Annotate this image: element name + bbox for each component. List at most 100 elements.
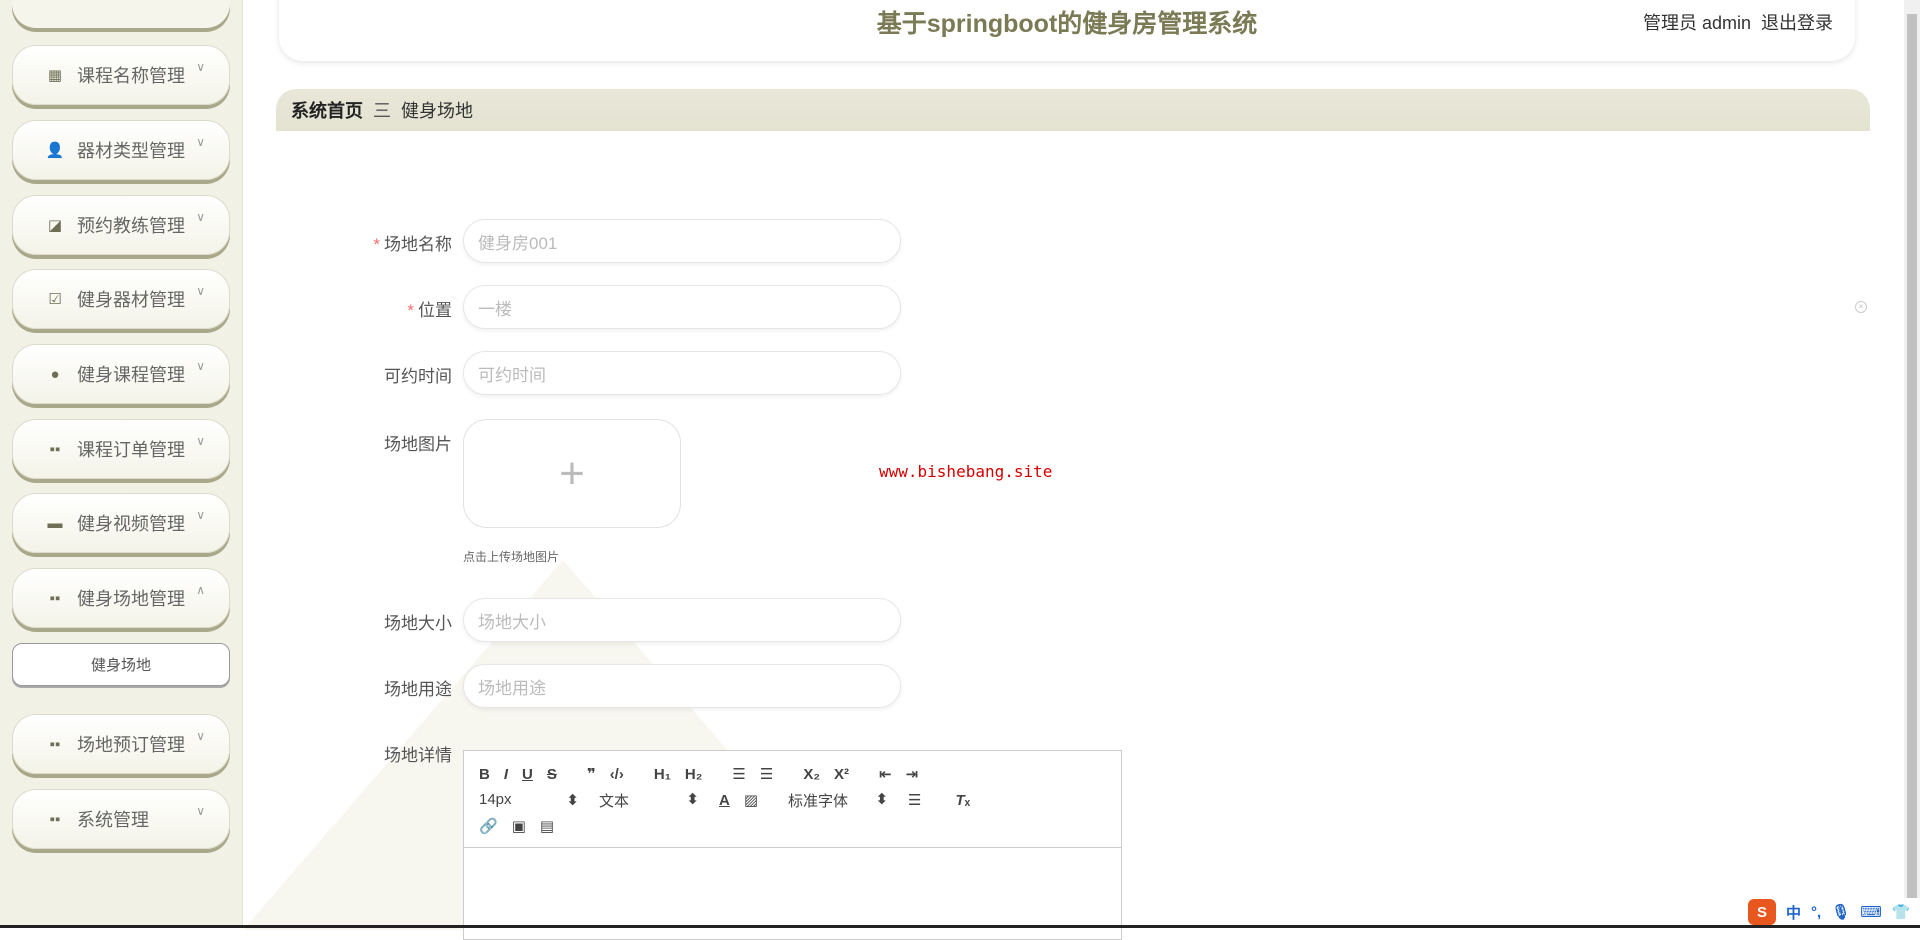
- venue-name-input[interactable]: 健身房001: [463, 219, 901, 263]
- watermark: www.bishebang.site: [879, 462, 1053, 481]
- chevron-down-icon: ∨: [196, 804, 205, 818]
- h2-icon[interactable]: H₂: [685, 766, 703, 783]
- clear-icon[interactable]: ×: [1855, 301, 1867, 313]
- header: 基于springboot的健身房管理系统 管理员 admin 退出登录: [279, 0, 1855, 61]
- image-label: 场地图片: [384, 435, 452, 454]
- strike-icon[interactable]: S: [547, 766, 557, 783]
- text-color-icon[interactable]: A: [719, 792, 730, 809]
- breadcrumb-separator: 三: [373, 101, 391, 121]
- user-icon: 👤: [45, 142, 65, 159]
- breadcrumb-home[interactable]: 系统首页: [291, 97, 363, 123]
- bold-icon[interactable]: B: [479, 766, 490, 783]
- sidebar-item-course[interactable]: ● 健身课程管理 ∨: [12, 344, 230, 404]
- sidebar-item-coach-booking[interactable]: ◪ 预约教练管理 ∨: [12, 195, 230, 255]
- sidebar-item-venue[interactable]: ▪▪ 健身场地管理 ∧: [12, 568, 230, 628]
- chevron-down-icon: ∨: [196, 359, 205, 373]
- sidebar-item-label: 课程订单管理: [77, 440, 185, 460]
- blockquote-icon[interactable]: ❞: [587, 765, 596, 783]
- available-time-input[interactable]: 可约时间: [463, 351, 901, 395]
- sidebar-item-venue-booking[interactable]: ▪▪ 场地预订管理 ∨: [12, 714, 230, 774]
- location-input[interactable]: 一楼: [463, 285, 901, 329]
- clipboard-check-icon: ☑: [48, 291, 62, 308]
- rich-text-editor[interactable]: BIUS ❞ ‹/› H₁ H₂ ☰ ☰ X₂ X² ⇤ ⇥ 14px ⬍ 文本 ⬍ A ▨…: [463, 750, 1122, 940]
- breadcrumb-current: 健身场地: [401, 101, 473, 121]
- scrollbar-thumb[interactable]: [1907, 14, 1917, 914]
- font-size-select[interactable]: 14px ⬍: [479, 791, 579, 809]
- sidebar-item-equipment[interactable]: ☑ 健身器材管理 ∨: [12, 269, 230, 329]
- bullet-list-icon[interactable]: ☰: [760, 765, 773, 783]
- align-icon[interactable]: ☰: [908, 791, 921, 809]
- plus-icon: +: [559, 448, 585, 498]
- sidebar-item-course-name[interactable]: ▦ 课程名称管理 ∨: [12, 45, 230, 105]
- usage-label: 场地用途: [384, 680, 452, 699]
- sidebar-item-course-order[interactable]: ▪▪ 课程订单管理 ∨: [12, 419, 230, 479]
- ime-toolbar: S 中 °, 🎙 ⌨ 👕 ▦: [1742, 898, 1920, 926]
- sidebar-item-label: 系统管理: [77, 810, 149, 830]
- subscript-icon[interactable]: X₂: [803, 766, 820, 783]
- sidebar-item-label: 场地预订管理: [77, 735, 185, 755]
- location-label: * 位置: [407, 301, 452, 320]
- chevron-down-icon: ∨: [196, 135, 205, 149]
- underline-icon[interactable]: U: [522, 766, 533, 783]
- sidebar-item-label: 器材类型管理: [77, 141, 185, 161]
- sidebar-item-label: 健身视频管理: [77, 514, 185, 534]
- link-icon[interactable]: 🔗: [479, 817, 498, 835]
- sidebar-item-system[interactable]: ▪▪ 系统管理 ∨: [12, 789, 230, 849]
- sidebar-item-partial[interactable]: [12, 0, 230, 28]
- sidebar-item-video[interactable]: ▬ 健身视频管理 ∨: [12, 493, 230, 553]
- superscript-icon[interactable]: X²: [834, 766, 849, 783]
- sidebar: ▦ 课程名称管理 ∨ 👤 器材类型管理 ∨ ◪ 预约教练管理 ∨ ☑ 健身器材管理 ∨ ● 健身课…: [0, 0, 243, 928]
- time-label: 可约时间: [384, 367, 452, 386]
- editor-toolbar: BIUS ❞ ‹/› H₁ H₂ ☰ ☰ X₂ X² ⇤ ⇥ 14px ⬍ 文本 ⬍ A ▨…: [464, 751, 1121, 848]
- breadcrumb: 系统首页 三 健身场地: [276, 89, 1870, 131]
- sidebar-item-label: 预约教练管理: [77, 216, 185, 236]
- skin-icon[interactable]: 👕: [1892, 903, 1911, 921]
- scrollbar[interactable]: [1904, 0, 1920, 928]
- ime-language[interactable]: 中: [1786, 902, 1801, 923]
- outdent-icon[interactable]: ⇤: [879, 765, 892, 783]
- image-upload-button[interactable]: +: [463, 419, 681, 528]
- header-select[interactable]: 文本 ⬍: [599, 790, 699, 811]
- user-label: 管理员 admin: [1642, 13, 1751, 33]
- keyboard-icon[interactable]: ⌨: [1860, 903, 1882, 921]
- grid-icon: ▪▪: [49, 810, 61, 828]
- grid-icon: ▦: [47, 67, 63, 84]
- box-icon: ▬: [47, 514, 63, 532]
- detail-label: 场地详情: [384, 746, 452, 765]
- indent-icon[interactable]: ⇥: [906, 765, 919, 783]
- venue-size-input[interactable]: 场地大小: [463, 598, 901, 642]
- h1-icon[interactable]: H₁: [654, 766, 671, 783]
- font-family-select[interactable]: 标准字体 ⬍: [788, 790, 888, 811]
- italic-icon[interactable]: I: [504, 766, 508, 783]
- bulb-icon: ●: [50, 365, 60, 383]
- venue-usage-input[interactable]: 场地用途: [463, 664, 901, 708]
- chevron-down-icon: ∨: [196, 60, 205, 74]
- video-icon[interactable]: ▤: [540, 817, 554, 835]
- name-label: * 场地名称: [373, 235, 452, 254]
- grid-icon: ▪▪: [49, 440, 61, 458]
- upload-hint: 点击上传场地图片: [463, 550, 560, 564]
- sidebar-item-equipment-type[interactable]: 👤 器材类型管理 ∨: [12, 120, 230, 180]
- code-icon[interactable]: ‹/›: [610, 766, 624, 783]
- clear-format-icon[interactable]: Tₓ: [955, 792, 970, 809]
- chevron-down-icon: ∨: [196, 284, 205, 298]
- page-title: 基于springboot的健身房管理系统: [876, 10, 1258, 38]
- chevron-down-icon: ∨: [196, 729, 205, 743]
- grid-icon: ▪▪: [49, 735, 61, 753]
- sidebar-item-label: 课程名称管理: [77, 66, 185, 86]
- chevron-up-icon: ∧: [196, 583, 205, 597]
- size-label: 场地大小: [384, 614, 452, 633]
- logout-link[interactable]: 退出登录: [1761, 13, 1833, 33]
- chevron-down-icon: ∨: [196, 210, 205, 224]
- grid-icon: ▪▪: [49, 589, 61, 607]
- chevron-down-icon: ∨: [196, 434, 205, 448]
- ime-punctuation[interactable]: °,: [1811, 904, 1821, 921]
- background-color-icon[interactable]: ▨: [744, 791, 758, 809]
- ordered-list-icon[interactable]: ☰: [732, 765, 745, 783]
- image-icon[interactable]: ▣: [512, 817, 526, 835]
- sidebar-item-label: 健身课程管理: [77, 365, 185, 385]
- chart-icon: ◪: [47, 217, 63, 234]
- sogou-logo-icon[interactable]: S: [1748, 899, 1776, 925]
- sidebar-subitem-venue[interactable]: 健身场地: [12, 643, 230, 686]
- microphone-icon[interactable]: 🎙: [1831, 903, 1850, 921]
